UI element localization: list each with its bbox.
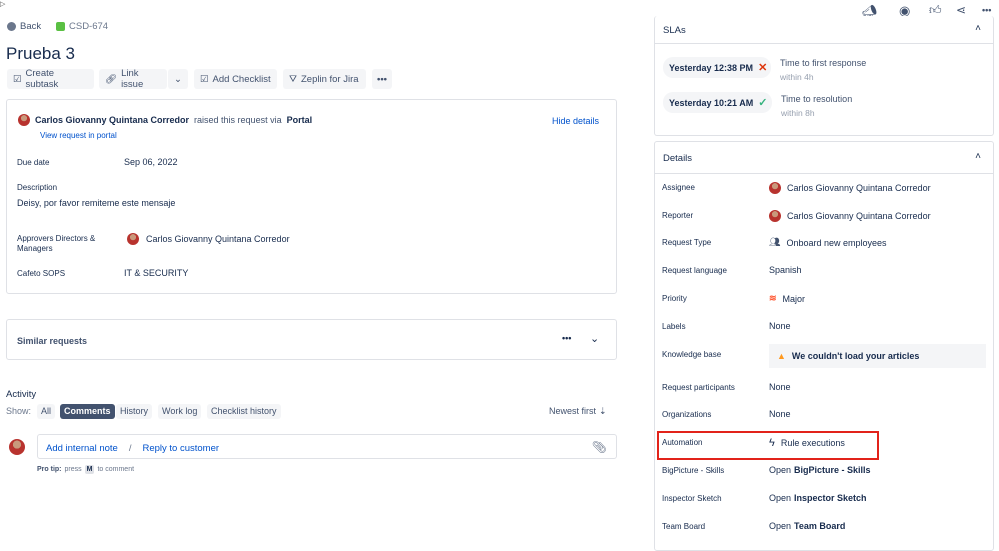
details-row-assignee: Assignee Carlos Giovanny Quintana Corredo…: [662, 182, 931, 194]
create-subtask-button[interactable]: ☑ Create subtask: [7, 68, 94, 90]
description-text: Deisy, por favor remiteme este mensaje: [17, 198, 176, 208]
priority-major-icon: ≋: [769, 293, 777, 303]
details-panel: Details ˄ Assignee Carlos Giovanny Quinta…: [654, 141, 994, 551]
met-check-icon: ✓: [758, 97, 768, 109]
sort-button[interactable]: Newest first ⇣: [549, 406, 607, 417]
back-icon: [7, 22, 16, 31]
slas-panel: SLAs ˄ Yesterday 12:38 PM ✕ Time to first…: [654, 16, 994, 136]
tab-all[interactable]: All: [37, 404, 56, 419]
subtask-icon: ☑: [13, 73, 22, 85]
avatar: [769, 182, 781, 194]
details-row-request-type: Request Type 👥︎ Onboard new employees: [662, 237, 887, 248]
issue-type-icon: [56, 22, 65, 31]
tab-checklist-history[interactable]: Checklist history: [207, 404, 281, 419]
view-request-link[interactable]: View request in portal: [40, 131, 117, 140]
chevron-up-icon[interactable]: ˄: [975, 23, 981, 34]
tab-work-log[interactable]: Work log: [158, 404, 202, 419]
warning-icon: ▲: [777, 351, 786, 361]
link-issue-button[interactable]: 🔗︎ Link issue: [99, 68, 167, 90]
checkbox-icon: ☑: [200, 73, 209, 85]
tab-comments[interactable]: Comments: [60, 404, 115, 419]
reply-to-customer-link[interactable]: Reply to customer: [142, 443, 219, 454]
details-row-bigpicture-skills: BigPicture - Skills Open BigPicture - Skil…: [662, 465, 871, 475]
details-row-labels: Labels None: [662, 321, 791, 331]
chevron-down-icon: ⌄: [174, 73, 182, 85]
similar-requests-panel[interactable]: Similar requests ••• ⌄: [6, 319, 617, 360]
corner-mark: ▷: [0, 1, 6, 8]
chevron-down-icon[interactable]: ⌄: [590, 332, 599, 345]
chevron-up-icon[interactable]: ˄: [975, 151, 981, 162]
details-row-team-board: Team Board Open Team Board: [662, 521, 846, 531]
keyboard-key: M: [84, 465, 95, 474]
details-row-inspector-sketch: Inspector Sketch Open Inspector Sketch: [662, 493, 867, 503]
avatar: [769, 210, 781, 222]
details-row-knowledge-base: Knowledge base ▲ We couldn't load your art…: [655, 342, 993, 368]
details-row-request-participants: Request participants None: [662, 382, 791, 392]
breached-x-icon: ✕: [758, 62, 768, 74]
more-icon[interactable]: •••: [562, 333, 571, 343]
issue-key-link[interactable]: CSD-674: [56, 21, 108, 32]
more-icon[interactable]: •••: [982, 5, 991, 15]
avatar: [18, 114, 30, 126]
share-icon[interactable]: ⋖: [956, 3, 966, 17]
details-row-priority: Priority ≋ Major: [662, 293, 806, 304]
avatar: [9, 439, 25, 455]
people-icon: 👥︎: [769, 237, 781, 247]
request-details-card: Carlos Giovanny Quintana Corredor raised…: [6, 99, 617, 294]
tab-history[interactable]: History: [116, 404, 153, 419]
zeplin-button[interactable]: ⛛ Zeplin for Jira: [283, 69, 366, 89]
sla-time-badge: Yesterday 12:38 PM ✕: [663, 57, 771, 78]
sla-time-badge: Yesterday 10:21 AM ✓: [663, 92, 772, 113]
back-button[interactable]: Back: [7, 21, 41, 32]
author-name[interactable]: Carlos Giovanny Quintana Corredor: [35, 115, 189, 125]
comment-box[interactable]: Add internal note / Reply to customer 📎︎: [37, 434, 617, 459]
avatar: [127, 233, 139, 245]
automation-highlight-box: [657, 431, 879, 460]
add-internal-note-link[interactable]: Add internal note: [46, 443, 118, 454]
link-issue-dropdown[interactable]: ⌄: [168, 69, 188, 89]
attachment-icon[interactable]: 📎︎: [592, 440, 607, 454]
page-title: Prueba 3: [6, 44, 75, 63]
zeplin-icon: ⛛: [289, 73, 297, 85]
details-row-reporter: Reporter Carlos Giovanny Quintana Corredo…: [662, 210, 931, 222]
add-checklist-button[interactable]: ☑ Add Checklist: [194, 69, 277, 89]
details-row-organizations: Organizations None: [662, 409, 791, 419]
more-icon: •••: [377, 73, 387, 85]
more-actions-button[interactable]: •••: [372, 69, 392, 89]
link-icon: 🔗︎: [105, 73, 118, 85]
sort-icon: ⇣: [599, 406, 607, 416]
hide-details-link[interactable]: Hide details: [552, 116, 599, 126]
details-row-request-language: Request language Spanish: [662, 265, 802, 275]
